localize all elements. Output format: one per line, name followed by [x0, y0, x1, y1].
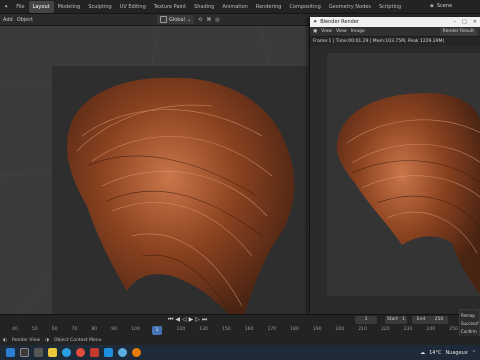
report-line: Confirm — [461, 329, 477, 334]
editor-type-icon[interactable]: ▣ — [313, 29, 317, 34]
object-menu[interactable]: Object — [17, 17, 33, 23]
orientation-label: Global — [168, 16, 185, 23]
menu-view-2[interactable]: View — [336, 29, 347, 34]
start-icon[interactable] — [6, 348, 15, 357]
weather-location: Nuageux — [445, 349, 468, 356]
file-explorer-icon[interactable] — [48, 348, 57, 357]
minimize-icon[interactable]: – — [454, 19, 457, 25]
close-icon[interactable]: ✕ — [473, 19, 477, 25]
scene-icon: ◈ — [430, 3, 434, 9]
end-frame-field[interactable]: End 250 — [412, 316, 448, 324]
playhead[interactable]: 1 — [152, 326, 162, 335]
report-line: Remap — [461, 313, 475, 318]
blender-taskbar-icon[interactable] — [132, 348, 141, 357]
render-window-title: Blender Render — [320, 19, 359, 25]
start-frame-field[interactable]: Start 1 — [385, 316, 407, 324]
system-tray: ☁ 14°C Nuageux ⌃ — [420, 350, 480, 356]
render-canvas[interactable] — [327, 53, 480, 296]
current-frame-field[interactable]: 1 — [355, 316, 377, 324]
render-window-titlebar: ✦ Blender Render – □ ✕ — [310, 17, 480, 27]
playback-controls: ⏮ ◀ ◁ ▶ ▷ ⏭ — [168, 316, 207, 324]
prev-key-icon[interactable]: ◀ — [175, 316, 180, 324]
scene-label: Scene — [436, 3, 453, 9]
render-result-dropdown[interactable]: Render Result — [439, 27, 477, 36]
tab-workspace-8[interactable]: Compositing — [285, 1, 324, 13]
hair-render-viewport — [66, 77, 295, 328]
chevron-up-icon[interactable]: ⌃ — [472, 350, 476, 356]
search-icon[interactable] — [20, 348, 29, 357]
tab-workspace-9[interactable]: Geometry Nodes — [325, 1, 375, 13]
jump-end-icon[interactable]: ⏭ — [202, 316, 207, 324]
status-bar: ◐ Render View ◑ Object Context Menu — [0, 336, 480, 345]
tab-workspace-10[interactable]: Scripting — [375, 1, 405, 13]
report-line: Successf — [461, 321, 479, 326]
end-label: End — [416, 317, 426, 322]
play-reverse-icon[interactable]: ◁ — [182, 316, 187, 324]
workspace-bar: ✦ File Layout Modeling Sculpting UV Edit… — [0, 0, 480, 14]
os-taskbar: ☁ 14°C Nuageux ⌃ — [0, 345, 480, 360]
chrome-icon[interactable] — [62, 348, 71, 357]
end-value: 250 — [434, 317, 444, 322]
play-icon[interactable]: ▶ — [189, 316, 194, 324]
chevron-down-icon: ⌄ — [186, 16, 192, 23]
weather-icon: ☁ — [420, 349, 426, 356]
image-editor-header: ▣ View View Image Render Result — [310, 27, 480, 37]
menu-view-1[interactable]: View — [321, 29, 332, 34]
blender-app: ✦ File Layout Modeling Sculpting UV Edit… — [0, 0, 480, 360]
mouse-icon: ◑ — [45, 338, 50, 343]
pivot-icon[interactable]: ⟲ — [198, 17, 202, 23]
jump-start-icon[interactable]: ⏮ — [168, 316, 173, 324]
tab-workspace-7[interactable]: Rendering — [252, 1, 286, 13]
scene-selector[interactable]: ◈ Scene — [430, 3, 452, 9]
app-icon[interactable] — [104, 348, 113, 357]
camera-frame — [52, 66, 308, 332]
tab-workspace-1[interactable]: Modeling — [54, 1, 85, 13]
tab-workspace-5[interactable]: Shading — [190, 1, 218, 13]
status-hint-1: Render View — [11, 338, 41, 343]
orientation-icon — [159, 16, 167, 23]
task-view-icon[interactable] — [34, 348, 43, 357]
snap-icon[interactable]: ⌘ — [206, 17, 211, 23]
start-value: 1 — [402, 317, 405, 322]
start-label: Start — [387, 317, 399, 322]
tab-workspace-6[interactable]: Animation — [218, 1, 252, 13]
blender-icon: ✦ — [313, 19, 318, 25]
menu-file[interactable]: File — [12, 1, 28, 13]
app-icon[interactable] — [118, 348, 127, 357]
tab-workspace-2[interactable]: Sculpting — [84, 1, 115, 13]
maximize-icon[interactable]: □ — [462, 19, 467, 25]
status-hint-2: Object Context Menu — [54, 338, 102, 343]
menu-image[interactable]: Image — [351, 29, 365, 34]
app-icon[interactable] — [90, 348, 99, 357]
proportional-edit-icon[interactable]: ◎ — [215, 17, 219, 23]
blender-logo-icon[interactable]: ✦ — [0, 1, 12, 13]
opera-icon[interactable] — [76, 348, 85, 357]
mouse-icon: ◐ — [3, 338, 7, 343]
render-info-text: Frame:1 | Time:00:01.29 | Mem:103.75M, P… — [310, 37, 480, 46]
next-key-icon[interactable]: ▷ — [195, 316, 200, 324]
transform-orientation-dropdown[interactable]: Global ⌄ — [156, 15, 195, 24]
add-menu[interactable]: Add — [3, 17, 13, 23]
tab-workspace-4[interactable]: Texture Paint — [150, 1, 190, 13]
weather-temp: 14°C — [429, 349, 442, 356]
hair-render-result — [336, 93, 480, 295]
tab-workspace-0[interactable]: Layout — [28, 0, 54, 13]
render-window: ✦ Blender Render – □ ✕ ▣ View View Image… — [309, 17, 480, 314]
tab-workspace-3[interactable]: UV Editing — [116, 1, 150, 13]
